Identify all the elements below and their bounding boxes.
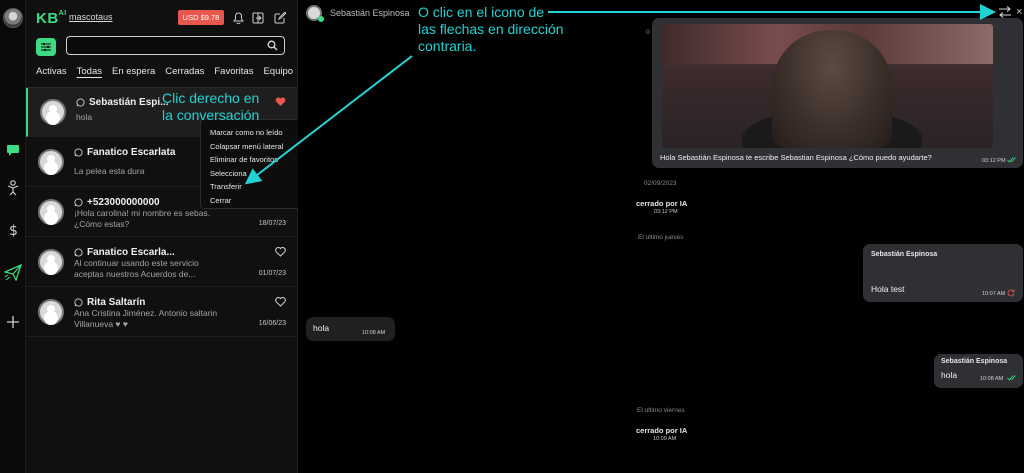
read-ticks-icon (1007, 157, 1016, 163)
contact-name: Sebastián Espi... (89, 97, 169, 108)
tab-equipo[interactable]: Equipo (263, 66, 293, 82)
message-text: Hola test (871, 284, 905, 294)
online-indicator (318, 16, 324, 22)
message-time: 10:08 AM (980, 376, 1004, 382)
close-icon[interactable]: × (1016, 6, 1022, 18)
filter-tabs: Activas Todas En espera Cerradas Favorit… (36, 66, 298, 82)
tab-favoritas[interactable]: Favoritas (214, 66, 253, 82)
whatsapp-icon (74, 198, 83, 207)
conversation-item[interactable]: Rita Saltarín Ana Cristina Jiménez. Anto… (26, 288, 298, 337)
message-preview: Al continuar usando este servicio acepta… (74, 258, 234, 280)
message-text: hola (313, 323, 330, 333)
plus-icon[interactable] (3, 312, 23, 332)
annotation-line: O clic en el icono de (418, 4, 545, 20)
avatar (38, 149, 64, 175)
status-time: 03:12 PM (654, 209, 678, 215)
avatar (38, 199, 64, 225)
whatsapp-icon (74, 148, 83, 157)
avatar (38, 249, 64, 275)
tab-todas[interactable]: Todas (77, 66, 102, 82)
date-separator: El ultimo jueves (638, 234, 684, 241)
date-separator: 02/09/2023 (644, 180, 677, 187)
whatsapp-icon (74, 248, 83, 257)
date-separator: El ultimo viernes (637, 407, 685, 414)
bell-icon[interactable] (230, 10, 246, 26)
send-icon[interactable] (3, 262, 23, 282)
contact-name: +523000000000 (87, 197, 160, 208)
message-time: 03:12 PM (982, 158, 1006, 164)
annotation-line: contraria. (418, 38, 477, 54)
search-icon[interactable] (267, 40, 278, 51)
message-sender: Sebastián Espinosa (941, 358, 1008, 365)
conversation-date: 18/07/23 (258, 220, 286, 227)
top-bar: KBAI mascotaus USD $9.78 (26, 0, 298, 36)
preview-line: Ana Cristina Jiménez. Antonio saltarin (74, 308, 218, 318)
closed-status: cerrado por IA (636, 199, 688, 208)
contact-name: Fanatico Escarla... (87, 247, 175, 258)
status-time: 10:09 AM (653, 436, 677, 442)
conversation-item[interactable]: Fanatico Escarla... Al continuar usando … (26, 238, 298, 287)
search-box (66, 36, 285, 56)
annotation-line: las flechas en dirección (418, 21, 564, 37)
filter-button[interactable] (36, 38, 56, 56)
conversation-date: 01/07/23 (258, 270, 286, 277)
chat-contact-name: Sebastián Espinosa (330, 8, 410, 18)
annotation-right-click: Clic derecho en la conversación (162, 90, 259, 124)
message-time: 10:08 AM (362, 330, 386, 336)
message-bubble-outgoing: Sebastián Espinosa hola 10:08 AM (934, 354, 1023, 388)
annotation-line: la conversación (162, 107, 260, 123)
message-time: 10:07 AM (982, 291, 1006, 297)
preview-line: ¿Cómo estas? (74, 219, 130, 229)
whatsapp-icon (74, 298, 83, 307)
preview-line: aceptas nuestros Acuerdos de... (74, 269, 196, 279)
chat-panel: Sebastián Espinosa × 0 Hola Sebastián Es… (298, 0, 1024, 473)
left-rail: $ (0, 0, 26, 473)
message-bubble-outgoing: Hola Sebastián Espinosa te escribe Sebas… (652, 18, 1023, 168)
error-retry-icon[interactable] (1007, 289, 1015, 297)
favorite-heart-icon[interactable] (275, 297, 286, 307)
tab-en-espera[interactable]: En espera (112, 66, 155, 82)
message-text: Hola Sebastián Espinosa te escribe Sebas… (660, 153, 932, 162)
contact-name: Fanatico Escarlata (87, 147, 176, 158)
message-preview: ¡Hola carolina! mi nombre es sebas. ¿Cóm… (74, 208, 234, 230)
chat-icon[interactable] (3, 140, 23, 160)
preview-line: ¡Hola carolina! mi nombre es sebas. (74, 208, 211, 218)
transfer-arrows-icon[interactable] (998, 6, 1012, 18)
exit-icon[interactable] (250, 10, 266, 26)
contact-name: Rita Saltarín (87, 297, 146, 308)
person-icon[interactable] (3, 178, 23, 198)
closed-status: cerrado por IA (636, 426, 688, 435)
dollar-icon[interactable]: $ (3, 220, 23, 240)
whatsapp-icon (76, 98, 85, 107)
search-input[interactable] (67, 38, 262, 56)
tab-cerradas[interactable]: Cerradas (165, 66, 204, 82)
svg-text:$: $ (9, 223, 18, 238)
message-bubble-incoming: hola 10:08 AM (306, 317, 395, 341)
balance-badge[interactable]: USD $9.78 (178, 10, 224, 25)
tab-activas[interactable]: Activas (36, 66, 67, 82)
conversation-date: 16/06/23 (258, 320, 286, 327)
store-link[interactable]: mascotaus (69, 12, 113, 22)
avatar (40, 99, 66, 125)
date-separator: 0 (646, 29, 650, 36)
edit-icon[interactable] (272, 10, 288, 26)
annotation-line: Clic derecho en (162, 90, 260, 106)
preview-line: Al continuar usando este servicio (74, 258, 199, 268)
read-ticks-icon (1007, 375, 1016, 381)
message-bubble-outgoing: Sebastián Espinosa Hola test 10:07 AM (863, 244, 1023, 302)
account-avatar[interactable] (3, 8, 23, 28)
annotation-arrows-icon: O clic en el icono de las flechas en dir… (418, 4, 564, 55)
preview-line: Villanueva ♥ ♥ (74, 319, 128, 329)
message-sender: Sebastián Espinosa (871, 251, 938, 258)
message-text: hola (941, 370, 958, 380)
avatar (38, 299, 64, 325)
favorite-heart-icon[interactable] (275, 247, 286, 257)
conversation-panel: KBAI mascotaus USD $9.78 Activas Todas E… (26, 0, 316, 473)
logo: KBAI (36, 10, 67, 27)
favorite-heart-icon[interactable] (275, 97, 286, 107)
message-preview: Ana Cristina Jiménez. Antonio saltarin V… (74, 308, 234, 330)
image-attachment[interactable] (662, 24, 993, 148)
